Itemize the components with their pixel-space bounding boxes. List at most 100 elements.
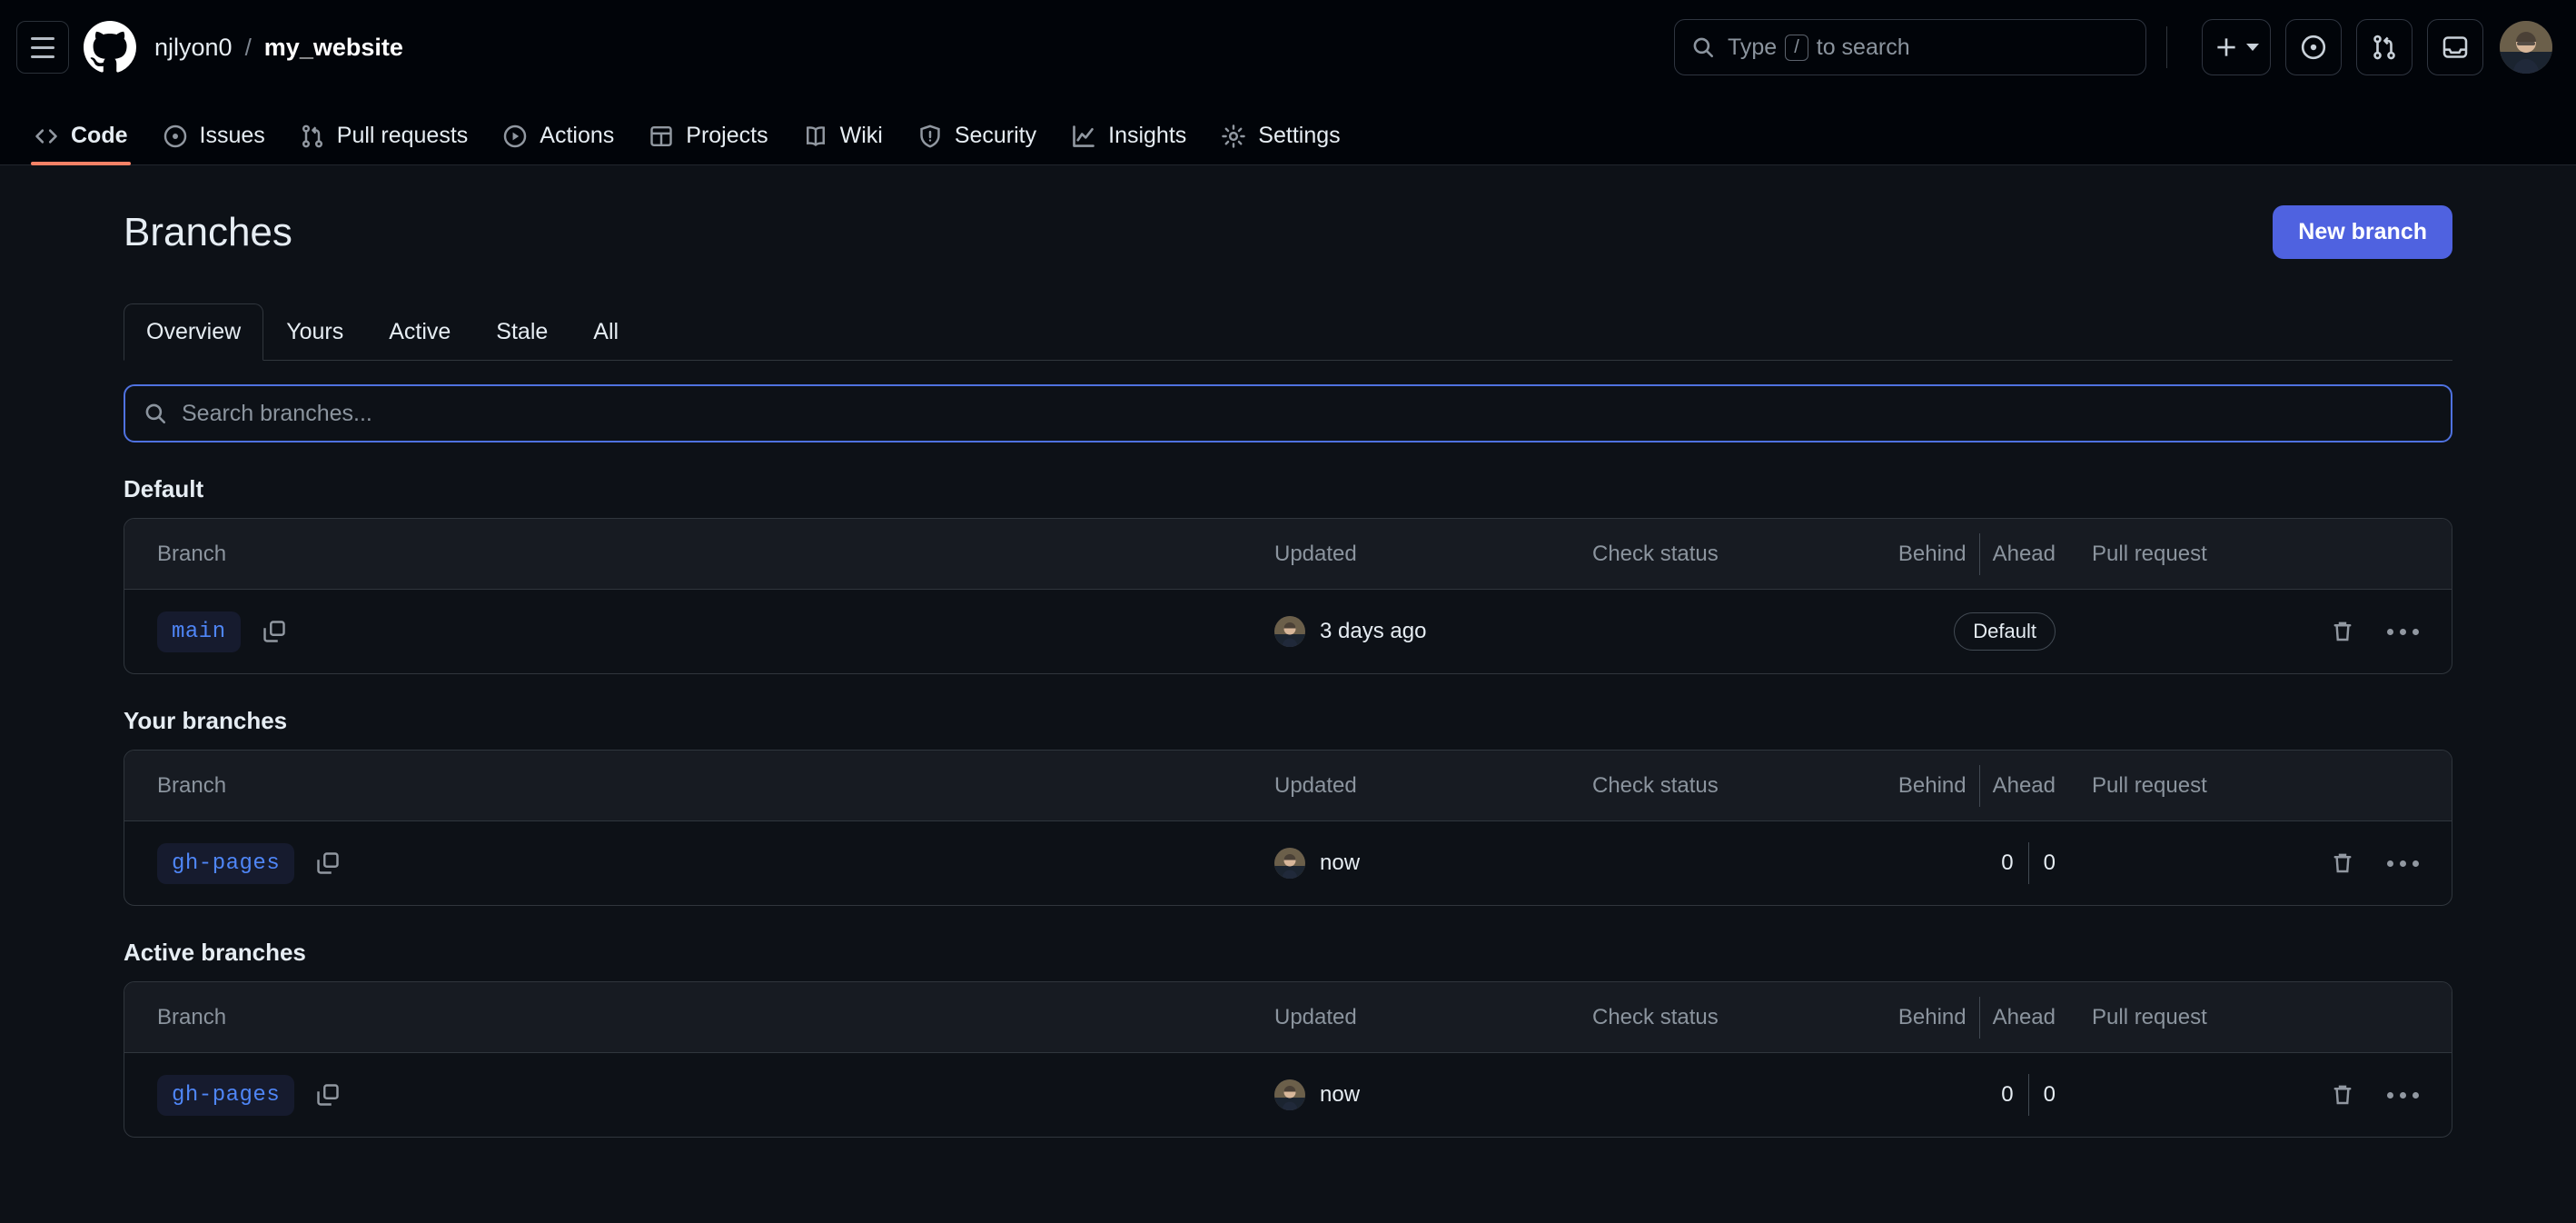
breadcrumb-separator: /: [244, 33, 252, 61]
repo-tab-label: Issues: [199, 123, 265, 148]
global-header: njlyon0 / my_website Type / to search: [0, 0, 2576, 94]
tab-all[interactable]: All: [570, 303, 641, 361]
tab-stale[interactable]: Stale: [473, 303, 570, 361]
issue-opened-icon: [2301, 35, 2326, 60]
kebab-horizontal-icon[interactable]: [2387, 628, 2419, 635]
repo-tab-label: Projects: [686, 123, 768, 148]
branch-link[interactable]: main: [157, 611, 241, 652]
page-header: Branches New branch: [124, 205, 2452, 259]
breadcrumb-owner[interactable]: njlyon0: [154, 34, 233, 62]
header-right-group: Type / to search: [1674, 19, 2552, 75]
updated-cell: 3 days ago: [1274, 616, 1592, 647]
column-header-ahead: Ahead: [1992, 541, 2056, 566]
repo-tab-label: Actions: [540, 123, 615, 148]
repo-tab-projects[interactable]: Projects: [631, 123, 785, 164]
repo-tab-label: Security: [954, 123, 1037, 148]
avatar[interactable]: [2500, 21, 2552, 74]
gear-icon: [1222, 124, 1246, 148]
repo-tab-code[interactable]: Code: [16, 123, 145, 165]
search-slash-key: /: [1785, 34, 1808, 61]
repo-tab-wiki[interactable]: Wiki: [786, 123, 900, 164]
copy-icon[interactable]: [261, 618, 288, 645]
breadcrumb: njlyon0 / my_website: [154, 34, 403, 62]
repo-tab-security[interactable]: Security: [900, 123, 1054, 164]
column-header-updated: Updated: [1274, 772, 1357, 798]
updated-time: now: [1320, 850, 1361, 875]
repo-tab-settings[interactable]: Settings: [1204, 123, 1357, 164]
kebab-dot: [2413, 628, 2419, 635]
create-new-button[interactable]: [2202, 19, 2271, 75]
column-header-ahead: Ahead: [1992, 772, 2056, 798]
column-header-ahead: Ahead: [1992, 1004, 2056, 1029]
shield-icon: [920, 124, 940, 148]
counts-cell: Default: [1874, 612, 2056, 651]
updated-cell: now: [1274, 848, 1592, 879]
kebab-dot: [2400, 1091, 2406, 1099]
avatar-image: [1274, 848, 1305, 879]
header-divider: [2166, 26, 2167, 68]
trash-icon[interactable]: [2329, 1081, 2356, 1109]
updated-cell: now: [1274, 1079, 1592, 1110]
search-branches-field[interactable]: [124, 384, 2452, 442]
new-branch-button[interactable]: New branch: [2273, 205, 2452, 259]
plus-icon: [2217, 38, 2235, 56]
pull-requests-button[interactable]: [2356, 19, 2413, 75]
section-title-active-branches: Active branches: [124, 939, 306, 966]
trash-icon[interactable]: [2329, 618, 2356, 645]
breadcrumb-repo[interactable]: my_website: [264, 34, 403, 62]
github-logo[interactable]: [84, 21, 136, 74]
column-header-pull-request: Pull request: [2092, 772, 2207, 798]
branch-link[interactable]: gh-pages: [157, 842, 295, 884]
tab-yours[interactable]: Yours: [263, 303, 366, 361]
copy-glyph: [263, 621, 285, 642]
repo-tab-actions[interactable]: Actions: [485, 123, 631, 164]
row-actions: [2328, 850, 2419, 877]
avatar-image: [1274, 1079, 1305, 1110]
avatar-image: [1274, 616, 1305, 647]
repo-tab-issues[interactable]: Issues: [145, 123, 282, 164]
counts-cell: 0 0: [1874, 842, 2056, 884]
kebab-dot: [2400, 860, 2406, 867]
copy-icon[interactable]: [314, 850, 342, 877]
table-row: main 3 days ago Default: [124, 590, 2452, 673]
trash-icon[interactable]: [2329, 850, 2356, 877]
search-input[interactable]: Type / to search: [1674, 19, 2146, 75]
avatar-image: [2500, 21, 2552, 74]
copy-glyph: [317, 852, 339, 874]
column-header-check-status: Check status: [1592, 541, 1719, 566]
kebab-horizontal-icon[interactable]: [2387, 1091, 2419, 1099]
behind-count: 0: [2001, 1082, 2014, 1107]
updated-time: now: [1320, 1082, 1361, 1107]
branch-filter-tabs: Overview Yours Active Stale All: [124, 303, 2452, 361]
kebab-dot: [2387, 860, 2393, 867]
repo-tab-pull-requests[interactable]: Pull requests: [282, 123, 486, 164]
repo-tab-label: Pull requests: [336, 123, 469, 148]
avatar: [1274, 616, 1305, 647]
branch-link[interactable]: gh-pages: [157, 1074, 295, 1116]
search-prefix: Type: [1728, 34, 1778, 60]
row-actions: [2328, 1081, 2419, 1109]
hamburger-icon[interactable]: [16, 21, 69, 74]
trash-glyph: [2333, 1085, 2352, 1105]
section-title-your-branches: Your branches: [124, 707, 288, 734]
table-header-row: Branch Updated Check status Behind Ahead…: [124, 982, 2452, 1053]
search-branches-input[interactable]: [182, 400, 2432, 427]
issues-button[interactable]: [2285, 19, 2342, 75]
notifications-button[interactable]: [2427, 19, 2483, 75]
copy-icon[interactable]: [314, 1081, 342, 1109]
branches-table-yours: Branch Updated Check status Behind Ahead…: [124, 750, 2452, 906]
column-header-counts: Behind Ahead: [1874, 764, 2056, 807]
tab-overview[interactable]: Overview: [124, 303, 264, 361]
repo-tab-insights[interactable]: Insights: [1054, 123, 1204, 164]
kebab-dot: [2400, 628, 2406, 635]
tab-active[interactable]: Active: [366, 303, 473, 361]
play-icon: [504, 124, 527, 147]
kebab-dot: [2387, 628, 2393, 635]
inbox-icon: [2442, 36, 2468, 58]
column-header-updated: Updated: [1274, 1004, 1357, 1029]
branch-cell: gh-pages: [157, 842, 1274, 884]
search-suffix: to search: [1816, 34, 1910, 60]
search-icon: [1693, 37, 1714, 58]
search-icon: [145, 403, 166, 424]
kebab-horizontal-icon[interactable]: [2387, 860, 2419, 867]
